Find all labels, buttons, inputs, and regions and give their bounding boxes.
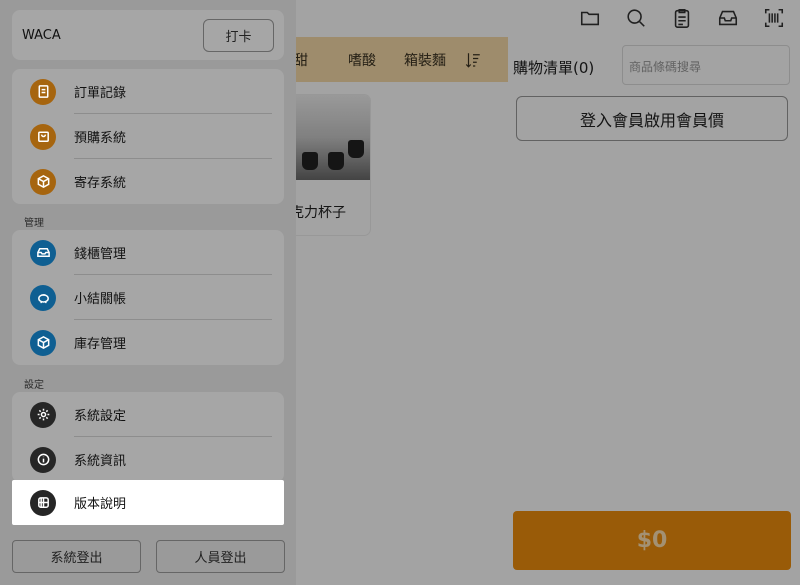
menu-item-label: 寄存系統 — [74, 176, 127, 191]
menu-item-system-info[interactable]: 系統資訊 — [12, 437, 284, 482]
menu-item-preorder[interactable]: 預購系統 — [12, 114, 284, 159]
menu-item-label: 錢櫃管理 — [74, 247, 127, 262]
menu-item-label: 庫存管理 — [74, 337, 127, 352]
grid-icon — [30, 489, 56, 516]
staff-logout-button[interactable]: 人員登出 — [156, 540, 285, 573]
menu-group-orders: 訂單記錄 預購系統 寄存系統 — [12, 69, 284, 204]
side-drawer: WACA 打卡 訂單記錄 預購系統 寄存系統 管理 錢櫃管理 小結關帳 庫存管理… — [0, 0, 296, 585]
piggy-bank-icon — [30, 284, 56, 311]
menu-item-label: 訂單記錄 — [74, 86, 127, 101]
clock-in-button[interactable]: 打卡 — [203, 18, 274, 52]
cash-drawer-icon — [30, 239, 56, 266]
section-label-manage: 管理 — [24, 218, 44, 229]
menu-item-cash-drawer[interactable]: 錢櫃管理 — [12, 230, 284, 275]
menu-item-storage[interactable]: 寄存系統 — [12, 159, 284, 204]
menu-item-label: 系統設定 — [74, 409, 127, 424]
menu-item-label: 系統資訊 — [74, 454, 127, 469]
system-logout-button[interactable]: 系統登出 — [12, 540, 141, 573]
menu-group-manage: 錢櫃管理 小結關帳 庫存管理 — [12, 230, 284, 365]
shopping-bag-icon — [30, 123, 56, 150]
menu-item-closing[interactable]: 小結關帳 — [12, 275, 284, 320]
document-icon — [30, 78, 56, 105]
package-icon — [30, 168, 56, 195]
menu-item-label: 版本說明 — [74, 497, 127, 512]
drawer-header: WACA 打卡 — [12, 10, 284, 60]
gear-icon — [30, 401, 56, 428]
section-label-settings: 設定 — [24, 380, 44, 391]
menu-item-release-notes[interactable]: 版本說明 — [12, 480, 284, 525]
brand-name: WACA — [22, 27, 61, 43]
menu-item-system-settings[interactable]: 系統設定 — [12, 392, 284, 437]
menu-item-order-records[interactable]: 訂單記錄 — [12, 69, 284, 114]
menu-item-label: 小結關帳 — [74, 292, 127, 307]
info-icon — [30, 446, 56, 473]
menu-group-settings: 系統設定 系統資訊 — [12, 392, 284, 482]
menu-item-inventory[interactable]: 庫存管理 — [12, 320, 284, 365]
cube-icon — [30, 329, 56, 356]
menu-item-label: 預購系統 — [74, 131, 127, 146]
